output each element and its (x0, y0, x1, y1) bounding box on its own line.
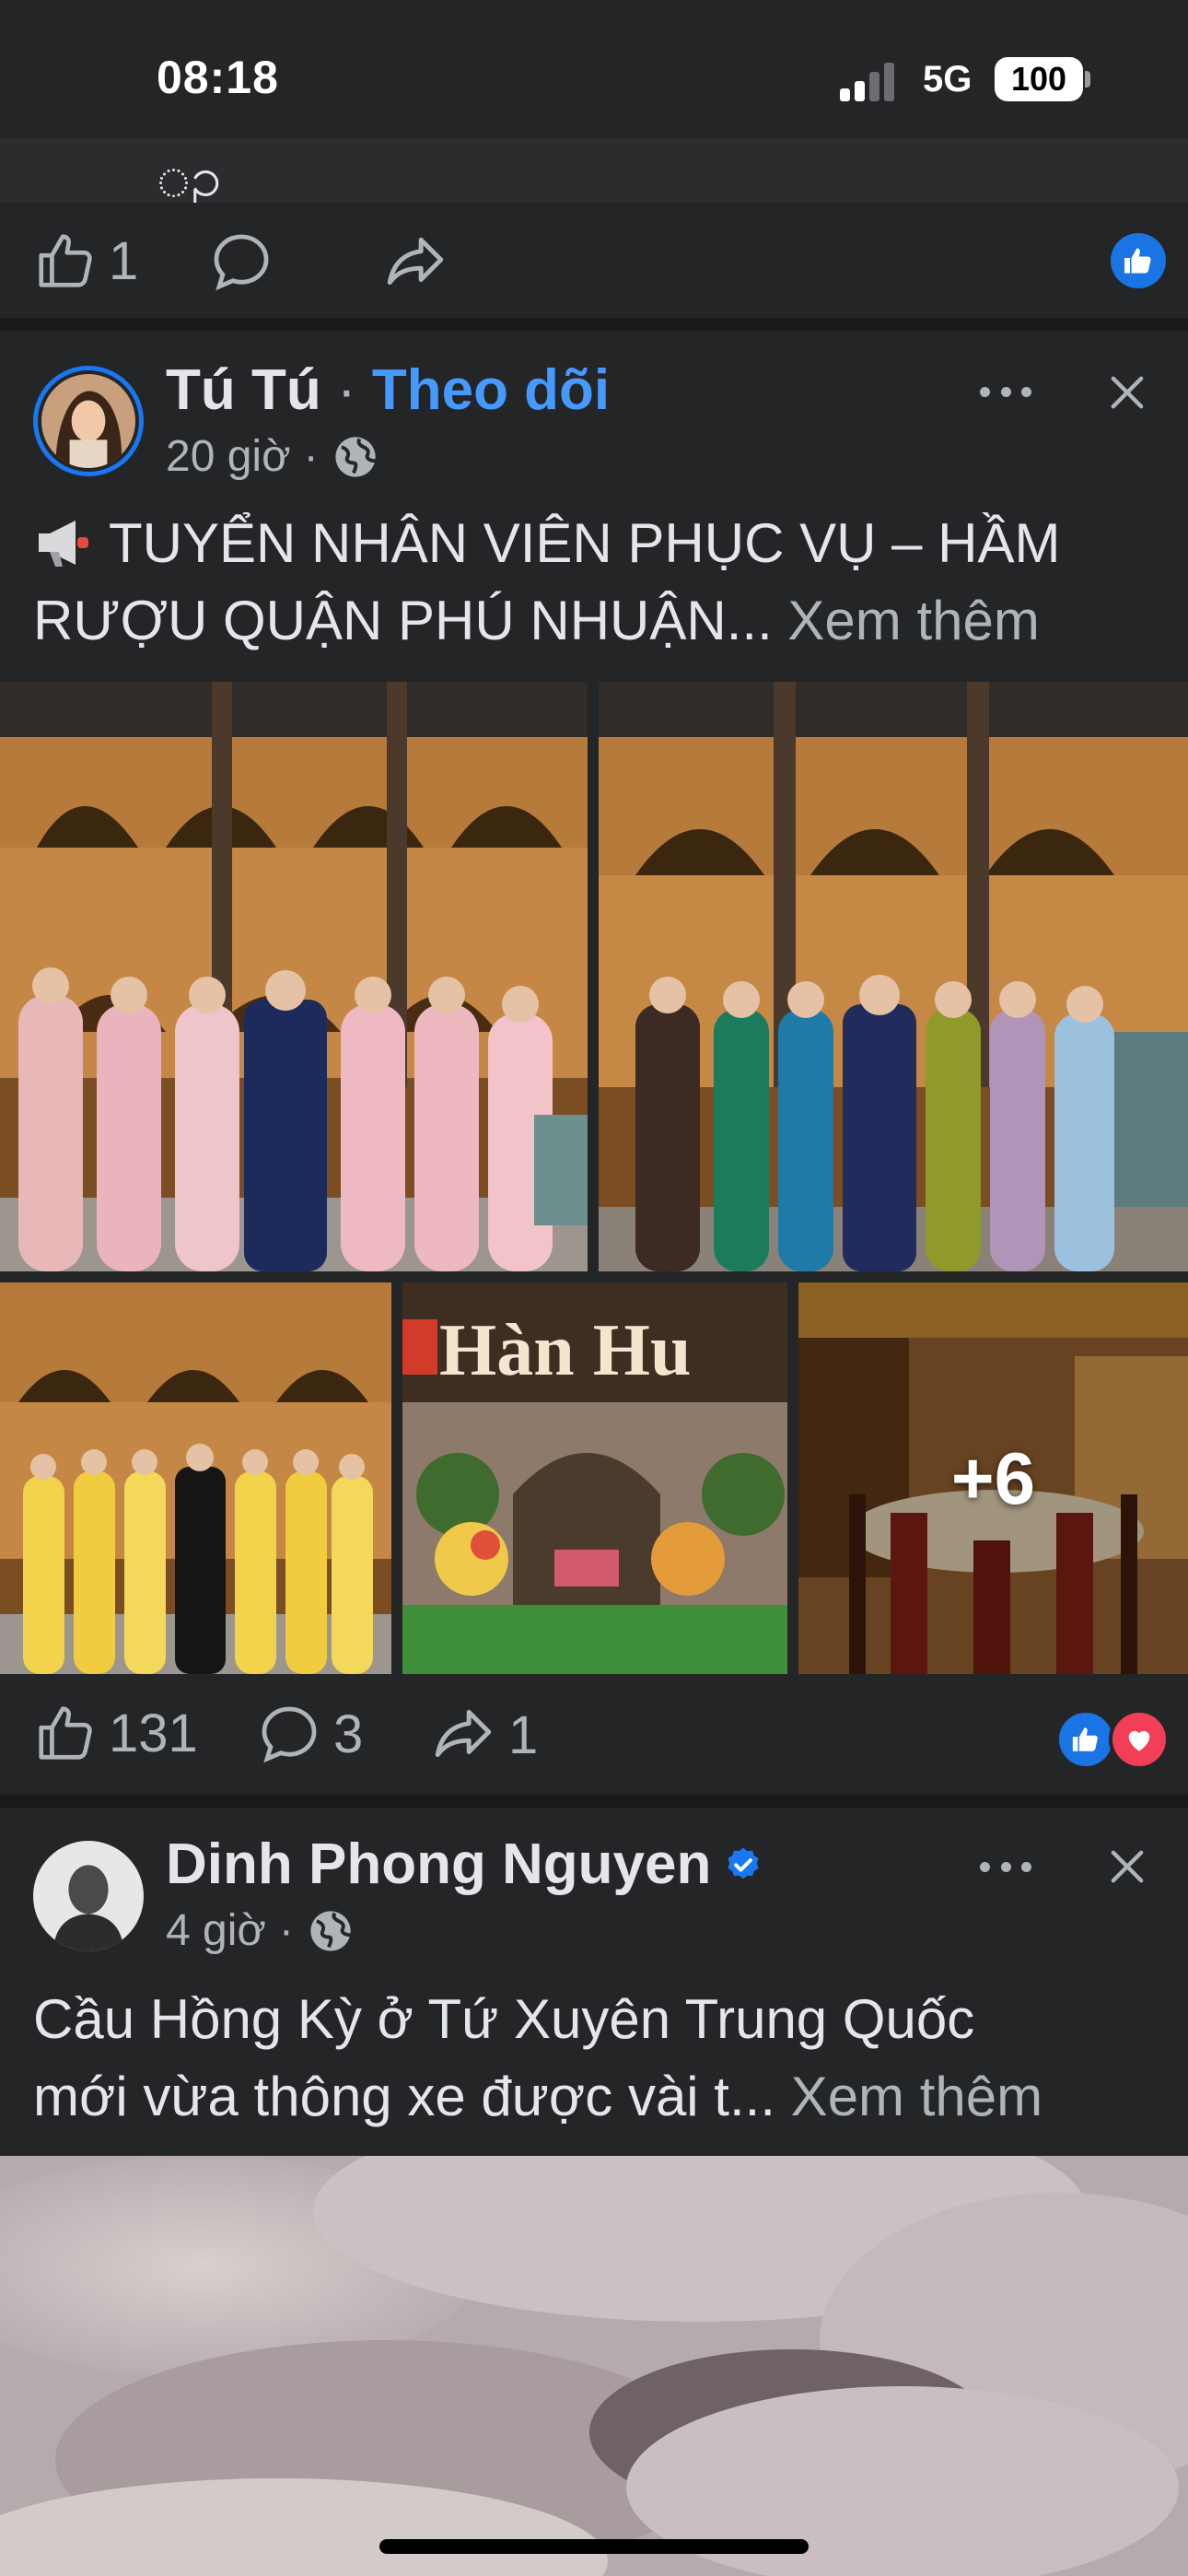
see-more-link[interactable]: Xem thêm (787, 590, 1039, 651)
author-name[interactable]: Dinh Phong Nguyen (166, 1832, 711, 1897)
post-author-line: Tú Tú · Theo dõi (166, 357, 610, 423)
post-text-line1: TUYỂN NHÂN VIÊN PHỤC VỤ – HẦM (109, 512, 1061, 574)
share-icon (387, 237, 444, 286)
author-name[interactable]: Tú Tú (166, 358, 321, 422)
post-meta: 4 giờ · (166, 1905, 355, 1956)
post-photo-4[interactable]: Hàn Hu (402, 1282, 787, 1674)
post-meta: 20 giờ · (166, 431, 379, 482)
avatar[interactable] (33, 1841, 144, 1951)
love-reaction-badge[interactable] (1109, 1709, 1170, 1770)
post-photo-5[interactable]: +6 (798, 1282, 1188, 1674)
like-reaction-badge[interactable] (1055, 1709, 1116, 1770)
post-photo-1[interactable] (0, 682, 588, 1271)
see-more-link[interactable]: Xem thêm (791, 2066, 1042, 2127)
close-icon[interactable] (1103, 1843, 1151, 1891)
thumbs-up-icon (1124, 248, 1151, 274)
share-button[interactable] (381, 228, 449, 297)
share-count: 1 (508, 1704, 539, 1765)
verified-badge-icon (728, 1847, 760, 1879)
home-indicator[interactable] (379, 2539, 809, 2554)
close-icon[interactable] (1103, 369, 1151, 416)
cropped-text-fragment: ၣ (157, 146, 222, 204)
globe-icon (334, 436, 376, 477)
battery-icon: 100 (995, 57, 1083, 101)
post-photo-2[interactable] (599, 682, 1188, 1271)
follow-button[interactable]: Theo dõi (372, 358, 610, 422)
more-options-icon[interactable] (980, 382, 1031, 401)
post-video-preview[interactable] (0, 2156, 1188, 2576)
post-photo-3[interactable] (0, 1282, 391, 1674)
megaphone-icon (39, 521, 88, 567)
previous-post-actions: 1 (0, 203, 1188, 318)
post-text-line2: RƯỢU QUẬN PHÚ NHUẬN... (33, 590, 773, 651)
post-text: Cầu Hồng Kỳ ở Tứ Xuyên Trung Quốc mới vừ… (33, 1981, 1166, 2136)
post-separator (0, 318, 1188, 331)
heart-icon (1128, 1730, 1150, 1751)
comment-count: 3 (333, 1704, 364, 1764)
thumbs-up-icon (1072, 1727, 1098, 1751)
separator-dot: · (336, 358, 356, 422)
like-count: 1 (109, 230, 139, 291)
post-text-line1: Cầu Hồng Kỳ ở Tứ Xuyên Trung Quốc (33, 1988, 975, 2050)
comment-button[interactable] (208, 228, 274, 295)
restaurant-sign-text: Hàn Hu (439, 1310, 691, 1391)
post-author-line: Dinh Phong Nguyen (166, 1832, 763, 1897)
share-button[interactable]: 1 (429, 1701, 538, 1769)
network-type: 5G (923, 59, 973, 100)
like-icon (39, 234, 92, 287)
comment-button[interactable]: 3 (256, 1701, 363, 1767)
previous-post-media-tail: ၣ (0, 138, 1188, 203)
more-photos-count[interactable]: +6 (798, 1282, 1188, 1674)
like-icon (39, 1706, 92, 1760)
post-text: TUYỂN NHÂN VIÊN PHỤC VỤ – HẦM RƯỢU QUẬN … (33, 505, 1166, 660)
more-options-icon[interactable] (980, 1857, 1031, 1876)
status-time: 08:18 (157, 52, 279, 103)
like-button[interactable]: 1 (33, 228, 138, 293)
like-button[interactable]: 131 (33, 1701, 198, 1765)
battery-tip (1085, 71, 1090, 88)
share-icon (435, 1709, 492, 1758)
comment-icon (262, 1706, 317, 1763)
post-text-line2: mới vừa thông xe được vài t... (33, 2066, 775, 2127)
post-time[interactable]: 20 giờ (166, 431, 291, 482)
signal-icon (840, 61, 904, 101)
comment-icon (214, 234, 269, 291)
like-reaction-badge[interactable] (1111, 233, 1166, 288)
globe-icon (310, 1910, 351, 1951)
avatar[interactable] (33, 366, 144, 476)
post-time[interactable]: 4 giờ (166, 1905, 266, 1956)
like-count: 131 (109, 1703, 198, 1763)
post-separator (0, 1795, 1188, 1808)
